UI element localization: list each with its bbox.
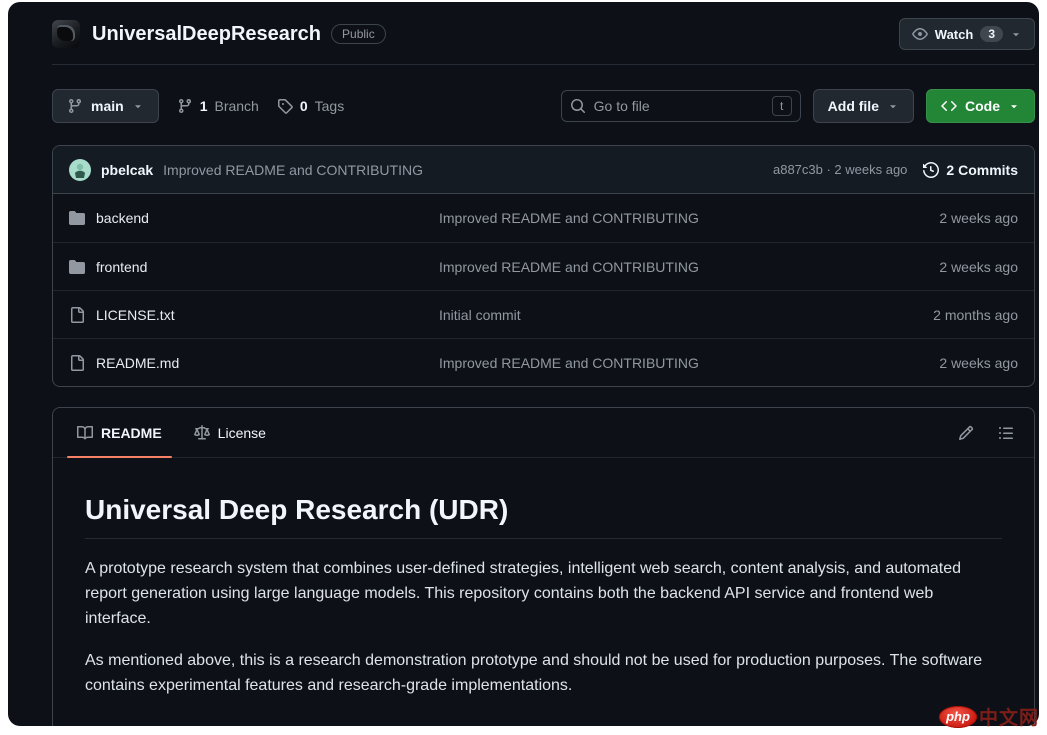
go-to-file-input[interactable]: Go to file t (561, 90, 801, 122)
visibility-badge: Public (331, 24, 386, 44)
chevron-down-icon (887, 100, 899, 112)
file-commit-time: 2 weeks ago (868, 355, 1018, 371)
tags-count: 0 (300, 98, 308, 114)
tab-license-label: License (218, 425, 266, 441)
repo-avatar (52, 20, 80, 48)
watermark: php 中文网 (939, 703, 1039, 730)
readme-content: Universal Deep Research (UDR) A prototyp… (53, 458, 1034, 726)
search-shortcut-key: t (772, 96, 792, 116)
repo-name[interactable]: UniversalDeepResearch (92, 23, 321, 46)
chevron-down-icon (132, 100, 144, 112)
law-icon (194, 425, 210, 441)
code-icon (941, 98, 957, 114)
tags-label: Tags (315, 98, 345, 114)
screenshot-viewport: UniversalDeepResearch Public Watch 3 mai… (0, 0, 1047, 735)
search-placeholder: Go to file (594, 98, 650, 114)
add-file-label: Add file (828, 98, 879, 114)
pencil-icon[interactable] (958, 425, 974, 441)
github-repo-page: UniversalDeepResearch Public Watch 3 mai… (8, 2, 1039, 726)
file-icon (69, 307, 85, 323)
table-row[interactable]: LICENSE.txt Initial commit 2 months ago (53, 290, 1034, 338)
readme-title: Universal Deep Research (UDR) (85, 494, 1002, 539)
watermark-text: 中文网 (979, 703, 1039, 730)
add-file-button[interactable]: Add file (813, 89, 914, 123)
table-row[interactable]: backend Improved README and CONTRIBUTING… (53, 194, 1034, 242)
file-commit-time: 2 months ago (868, 307, 1018, 323)
readme-paragraph: As mentioned above, this is a research d… (85, 649, 1002, 699)
eye-icon (912, 26, 928, 42)
readme-paragraph: A prototype research system that combine… (85, 557, 1002, 631)
file-commit-time: 2 weeks ago (868, 259, 1018, 275)
branches-label: Branch (214, 98, 258, 114)
table-row[interactable]: frontend Improved README and CONTRIBUTIN… (53, 242, 1034, 290)
readme-actions (958, 408, 1034, 457)
file-name-cell[interactable]: README.md (69, 355, 439, 371)
watch-count-badge: 3 (980, 26, 1003, 42)
watermark-logo: php (939, 706, 977, 728)
code-button[interactable]: Code (926, 89, 1035, 123)
file-browser-card: pbelcak Improved README and CONTRIBUTING… (52, 145, 1035, 387)
branch-name-label: main (91, 98, 124, 114)
commit-history-link[interactable]: 2 Commits (923, 162, 1018, 178)
file-name-cell[interactable]: frontend (69, 259, 439, 275)
tags-link[interactable]: 0 Tags (277, 98, 344, 114)
repo-toolbar: main 1 Branch 0 Tags Go to file t (52, 89, 1035, 123)
tag-icon (277, 98, 293, 114)
chevron-down-icon (1010, 28, 1022, 40)
commits-count-label: 2 Commits (946, 162, 1018, 178)
list-icon[interactable] (998, 425, 1014, 441)
file-commit-message[interactable]: Improved README and CONTRIBUTING (439, 210, 868, 226)
file-name: backend (96, 210, 149, 226)
file-name: frontend (96, 259, 147, 275)
commit-sha-time[interactable]: a887c3b · 2 weeks ago (773, 162, 907, 177)
file-commit-message[interactable]: Improved README and CONTRIBUTING (439, 259, 868, 275)
readme-tab-bar: README License (53, 408, 1034, 458)
file-commit-message[interactable]: Initial commit (439, 307, 868, 323)
watch-label: Watch (935, 27, 974, 42)
commit-message[interactable]: Improved README and CONTRIBUTING (163, 162, 423, 178)
search-icon (570, 98, 586, 114)
file-name-cell[interactable]: LICENSE.txt (69, 307, 439, 323)
file-name: LICENSE.txt (96, 307, 175, 323)
file-icon (69, 355, 85, 371)
folder-icon (69, 210, 85, 226)
tab-license[interactable]: License (184, 408, 276, 457)
history-icon (923, 162, 939, 178)
branches-link[interactable]: 1 Branch (177, 98, 259, 114)
readme-card: README License Universal Deep Research (… (52, 407, 1035, 726)
tab-readme-label: README (101, 425, 162, 441)
tab-readme[interactable]: README (67, 408, 172, 457)
file-table-body: backend Improved README and CONTRIBUTING… (53, 194, 1034, 386)
folder-icon (69, 259, 85, 275)
file-name: README.md (96, 355, 179, 371)
latest-commit-bar: pbelcak Improved README and CONTRIBUTING… (53, 146, 1034, 194)
chevron-down-icon (1008, 100, 1020, 112)
branches-count: 1 (200, 98, 208, 114)
code-label: Code (965, 98, 1000, 114)
file-commit-message[interactable]: Improved README and CONTRIBUTING (439, 355, 868, 371)
header-divider (52, 64, 1035, 65)
book-icon (77, 425, 93, 441)
commit-author[interactable]: pbelcak (101, 162, 153, 178)
repo-header: UniversalDeepResearch Public Watch 3 (52, 14, 1035, 54)
commit-author-avatar[interactable] (69, 159, 91, 181)
table-row[interactable]: README.md Improved README and CONTRIBUTI… (53, 338, 1034, 386)
file-name-cell[interactable]: backend (69, 210, 439, 226)
git-branch-icon (177, 98, 193, 114)
branch-selector-button[interactable]: main (52, 89, 159, 123)
file-commit-time: 2 weeks ago (868, 210, 1018, 226)
git-branch-icon (67, 98, 83, 114)
watch-button[interactable]: Watch 3 (899, 18, 1035, 50)
